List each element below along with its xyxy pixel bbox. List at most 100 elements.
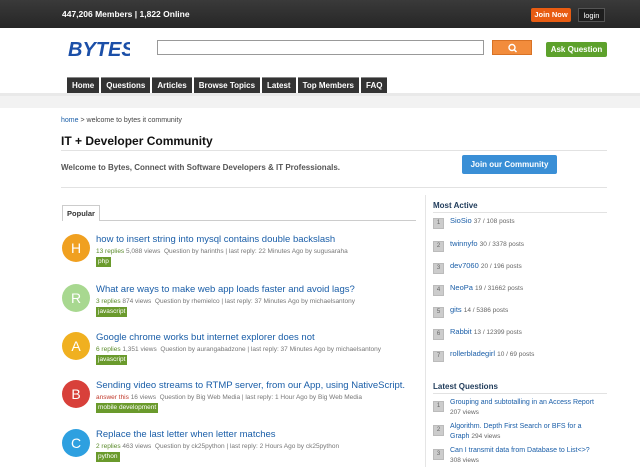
nav-browse-topics[interactable]: Browse Topics [193, 77, 261, 93]
member-item: 1 SioSio 37 / 108 posts [433, 216, 603, 232]
tab-popular[interactable]: Popular [62, 205, 100, 221]
member-posts: 10 / 69 posts [497, 351, 535, 358]
question-meta: 3 replies 874 views Question by rhemielc… [96, 298, 355, 305]
most-active-heading: Most Active [433, 201, 478, 210]
question-title[interactable]: Replace the last letter when letter matc… [96, 429, 276, 440]
question-meta: 6 replies 1,351 views Question by aurang… [96, 346, 381, 353]
question-title[interactable]: Google chrome works but internet explore… [96, 332, 315, 343]
search-icon [508, 43, 518, 53]
member-stats: 447,206 Members | 1,822 Online [62, 9, 190, 19]
latest-question-views: 294 views [471, 432, 501, 440]
breadcrumb-home[interactable]: home [61, 117, 79, 124]
nav-questions[interactable]: Questions [101, 77, 151, 93]
nav-home[interactable]: Home [67, 77, 100, 93]
bytes-logo[interactable]: BYTES [68, 39, 130, 59]
search-button[interactable] [492, 40, 532, 55]
avatar: H [62, 234, 90, 262]
breadcrumb: home > welcome to bytes it community [61, 117, 182, 124]
question-byline: Question by harinths | last reply: 22 Mi… [163, 248, 348, 255]
nav-top-members[interactable]: Top Members [297, 77, 360, 93]
nav-faq[interactable]: FAQ [361, 77, 388, 93]
member-avatar: 4 [433, 285, 444, 296]
logo-text: BYTES [68, 39, 130, 59]
member-item: 5 gits 14 / 5386 posts [433, 305, 603, 321]
member-name[interactable]: NeoPa [450, 283, 473, 292]
title-divider [61, 150, 607, 151]
top-bar: 447,206 Members | 1,822 Online Join Now … [0, 0, 640, 28]
member-posts: 30 / 3378 posts [479, 241, 525, 248]
member-name[interactable]: rollerbladegirl [450, 349, 495, 358]
question-title[interactable]: how to insert string into mysql contains… [96, 234, 335, 245]
member-name[interactable]: dev7060 [450, 261, 479, 270]
member-name[interactable]: Rabbit [450, 327, 472, 336]
page-title: IT + Developer Community [61, 134, 213, 148]
view-count: 874 views [122, 298, 152, 305]
member-posts: 13 / 12399 posts [473, 329, 522, 336]
question-title[interactable]: What are ways to make web app loads fast… [96, 284, 355, 295]
member-avatar: 3 [433, 263, 444, 274]
member-item: 4 NeoPa 19 / 31662 posts [433, 283, 603, 299]
latest-question-title[interactable]: Algorithm. Depth First Search or BFS for… [450, 423, 582, 440]
reply-count[interactable]: 6 replies [96, 346, 121, 353]
nav-articles[interactable]: Articles [152, 77, 192, 93]
question-meta: 2 replies 463 views Question by ck25pyth… [96, 443, 339, 450]
tag-badge[interactable]: python [96, 452, 120, 462]
question-item: C Replace the last letter when letter ma… [61, 429, 421, 467]
sidebar-divider [425, 195, 426, 467]
latest-question-title[interactable]: Grouping and subtotalling in an Access R… [450, 399, 594, 406]
question-meta: answer this 16 views Question by Big Web… [96, 394, 362, 401]
latest-questions-heading: Latest Questions [433, 382, 498, 391]
member-item: 6 Rabbit 13 / 12399 posts [433, 327, 603, 343]
question-byline: Question by Big Web Media | last reply: … [159, 394, 362, 401]
member-name[interactable]: SioSio [450, 216, 472, 225]
avatar: C [62, 429, 90, 457]
join-now-button[interactable]: Join Now [531, 8, 571, 22]
view-count: 16 views [130, 394, 156, 401]
avatar: A [62, 332, 90, 360]
search-input[interactable] [157, 40, 484, 55]
latest-avatar: 1 [433, 401, 444, 412]
nav-latest[interactable]: Latest [262, 77, 296, 93]
question-item: H how to insert string into mysql contai… [61, 234, 421, 274]
tag-badge[interactable]: javascript [96, 307, 128, 317]
question-meta: 13 replies 5,088 views Question by harin… [96, 248, 348, 255]
member-avatar: 2 [433, 241, 444, 252]
breadcrumb-separator: > [80, 117, 85, 124]
avatar: B [62, 380, 90, 408]
reply-count[interactable]: 13 replies [96, 248, 124, 255]
view-count: 1,351 views [122, 346, 157, 353]
main-nav: Home Questions Articles Browse Topics La… [67, 77, 389, 93]
member-name[interactable]: gits [450, 305, 462, 314]
join-community-button[interactable]: Join our Community [462, 155, 557, 174]
reply-count[interactable]: 2 replies [96, 443, 121, 450]
member-avatar: 7 [433, 351, 444, 362]
member-posts: 14 / 5386 posts [463, 307, 509, 314]
login-button[interactable]: login [578, 8, 605, 22]
avatar: R [62, 284, 90, 312]
question-byline: Question by rhemielco | last reply: 37 M… [154, 298, 355, 305]
member-item: 3 dev7060 20 / 196 posts [433, 261, 603, 277]
view-count: 5,088 views [126, 248, 161, 255]
latest-question-views: 207 views [450, 408, 479, 416]
latest-question-title[interactable]: Can I transmit data from Database to Lis… [450, 447, 590, 454]
tag-badge[interactable]: php [96, 257, 111, 267]
question-item: A Google chrome works but internet explo… [61, 332, 421, 372]
heading-divider [433, 393, 607, 394]
member-item: 7 rollerbladegirl 10 / 69 posts [433, 349, 603, 365]
latest-avatar: 3 [433, 449, 444, 460]
reply-count[interactable]: 3 replies [96, 298, 121, 305]
answer-this-link[interactable]: answer this [96, 394, 129, 401]
tag-badge[interactable]: javascript [96, 355, 128, 365]
question-item: R What are ways to make web app loads fa… [61, 284, 421, 324]
tag-badge[interactable]: mobile development [96, 403, 159, 413]
header-band [0, 96, 640, 108]
ask-question-button[interactable]: Ask Question [546, 42, 607, 57]
question-item: B Sending video streams to RTMP server, … [61, 380, 421, 420]
member-posts: 37 / 108 posts [473, 218, 515, 225]
question-byline: Question by aurangabadzone | last reply:… [160, 346, 382, 353]
question-title[interactable]: Sending video streams to RTMP server, fr… [96, 380, 405, 391]
section-divider [61, 187, 607, 188]
view-count: 463 views [122, 443, 152, 450]
tab-divider [100, 220, 416, 221]
member-name[interactable]: twinnyfo [450, 239, 478, 248]
